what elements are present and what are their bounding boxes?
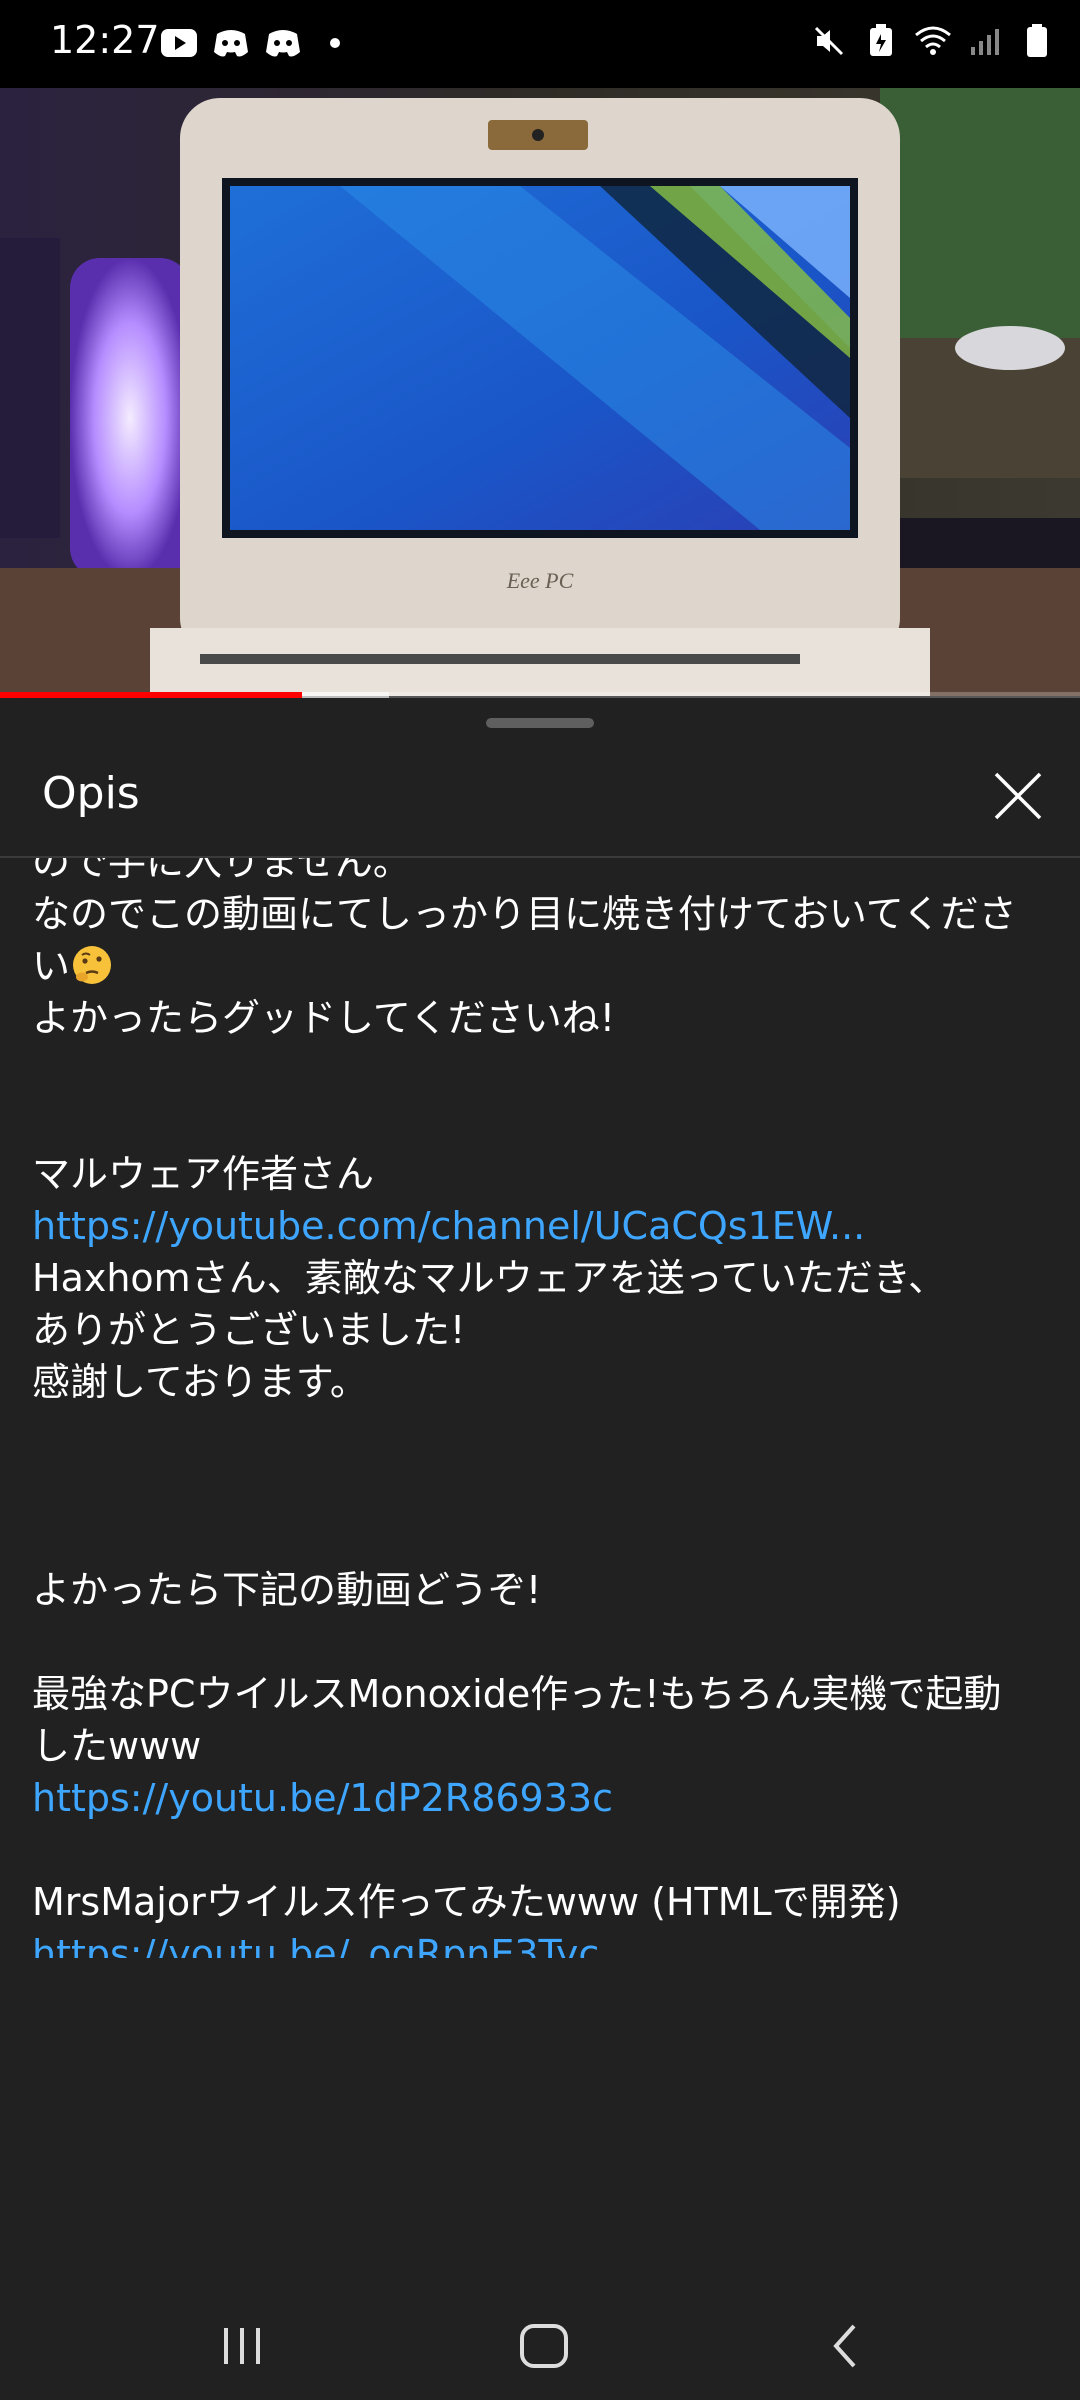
description-line [32, 1460, 1042, 1512]
description-line [32, 1408, 1042, 1460]
description-line: ありがとうございました! [32, 1304, 1042, 1356]
navigation-bar [0, 2290, 1080, 2400]
discord-icon [212, 24, 250, 62]
description-line [32, 1616, 1042, 1668]
description-line [32, 1824, 1042, 1876]
drag-handle[interactable] [486, 718, 594, 728]
svg-text:Eee PC: Eee PC [506, 568, 574, 593]
description-line [32, 1096, 1042, 1148]
line-text: マルウェア作者さん [32, 1152, 375, 1196]
line-text: なのでこの動画にてしっかり目に焼き付けておいてくださ [32, 892, 1017, 936]
description-line: よかったら下記の動画どうぞ! [32, 1564, 1042, 1616]
description-sheet: Opis ので手に入りません。なのでこの動画にてしっかり目に焼き付けておいてくだ… [0, 698, 1080, 2290]
signal-icon [966, 22, 1004, 60]
description-line: MrsMajorウイルス作ってみたwww (HTMLで開発) [32, 1876, 1042, 1928]
recents-button[interactable] [202, 2314, 282, 2378]
description-line: よかったらグッドしてくださいね! [32, 992, 1042, 1044]
battery-saver-icon [862, 22, 900, 60]
system-icons [810, 22, 1056, 60]
close-icon [994, 772, 1042, 820]
wifi-icon [914, 22, 952, 60]
thinking-face-emoji [73, 946, 112, 984]
home-icon [520, 2324, 568, 2368]
mute-icon [810, 22, 848, 60]
link-text[interactable]: https://youtu.be/1dP2R86933c [32, 1776, 613, 1820]
recents-icon [224, 2328, 260, 2364]
description-line: 感謝しております。 [32, 1356, 1042, 1408]
description-link[interactable]: https://youtu.be/1dP2R86933c [32, 1772, 1042, 1824]
line-text: Haxhomさん、素敵なマルウェアを送っていただき、 [32, 1256, 947, 1300]
description-body: ので手に入りません。なのでこの動画にてしっかり目に焼き付けておいてくださいよかっ… [0, 858, 1080, 1958]
description-line: なのでこの動画にてしっかり目に焼き付けておいてくださ [32, 888, 1042, 940]
line-text: ので手に入りません。 [32, 858, 411, 884]
description-link[interactable]: https://youtube.com/channel/UCaCQs1EW... [32, 1200, 1042, 1252]
line-text: MrsMajorウイルス作ってみたwww (HTMLで開発) [32, 1880, 901, 1924]
line-text: ありがとうございました! [32, 1308, 466, 1352]
sheet-title: Opis [42, 768, 140, 819]
link-text[interactable]: https://youtube.com/channel/UCaCQs1EW... [32, 1204, 865, 1248]
sheet-header: Opis [0, 738, 1080, 858]
description-line: ので手に入りません。 [32, 858, 1042, 888]
description-line: 最強なPCウイルスMonoxide作った!もちろん実機で起動 [32, 1668, 1042, 1720]
battery-icon [1018, 22, 1056, 60]
line-text: い [32, 944, 71, 988]
description-link[interactable]: https://youtu.be/_ogRpnE3Tyc [32, 1928, 1042, 1958]
line-text: したwww [32, 1724, 202, 1768]
link-text[interactable]: https://youtu.be/_ogRpnE3Tyc [32, 1932, 599, 1958]
line-text: よかったらグッドしてくださいね! [32, 996, 615, 1040]
description-line: Haxhomさん、素敵なマルウェアを送っていただき、 [32, 1252, 1042, 1304]
line-text: 感謝しております。 [32, 1360, 368, 1404]
video-frame: Eee PC [0, 88, 1080, 696]
video-player[interactable]: Eee PC [0, 88, 1080, 696]
description-line [32, 1512, 1042, 1564]
dot-icon [316, 24, 354, 62]
line-text: よかったら下記の動画どうぞ! [32, 1568, 542, 1612]
close-button[interactable] [984, 762, 1052, 830]
description-line [32, 1044, 1042, 1096]
status-bar: 12:27 [0, 0, 1080, 88]
back-button[interactable] [806, 2314, 886, 2378]
back-icon [833, 2324, 856, 2368]
notification-icons [160, 24, 354, 62]
home-button[interactable] [504, 2314, 584, 2378]
youtube-icon [160, 24, 198, 62]
description-line: マルウェア作者さん [32, 1148, 1042, 1200]
status-time: 12:27 [50, 18, 160, 62]
description-line: い [32, 940, 1042, 992]
line-text: 最強なPCウイルスMonoxide作った!もちろん実機で起動 [32, 1672, 1002, 1716]
description-text: ので手に入りません。なのでこの動画にてしっかり目に焼き付けておいてくださいよかっ… [32, 858, 1042, 1958]
description-line: したwww [32, 1720, 1042, 1772]
discord-icon [264, 24, 302, 62]
